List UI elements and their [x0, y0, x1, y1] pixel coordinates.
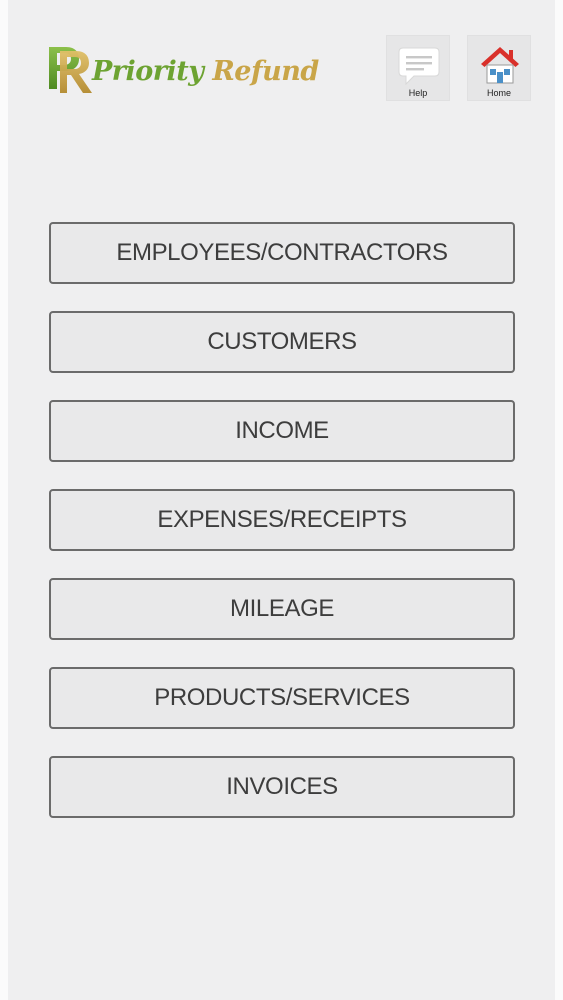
pr-monogram-logo-icon: [49, 47, 92, 93]
expenses-receipts-button[interactable]: EXPENSES/RECEIPTS: [49, 489, 515, 551]
speech-bubble-icon: [398, 47, 440, 86]
help-button-label: Help: [408, 88, 428, 98]
home-button-label: Home: [486, 88, 511, 98]
screen-edge-left: [0, 0, 8, 1000]
logo-word-refund: Refund: [212, 55, 319, 87]
products-services-button[interactable]: PRODUCTS/SERVICES: [49, 667, 515, 729]
mileage-button[interactable]: MILEAGE: [49, 578, 515, 640]
customers-button[interactable]: CUSTOMERS: [49, 311, 515, 373]
income-button[interactable]: INCOME: [49, 400, 515, 462]
main-menu: EMPLOYEES/CONTRACTORS CUSTOMERS INCOME E…: [49, 222, 515, 845]
logo-word-priority: Priority: [92, 55, 204, 87]
priority-refund-logo: Priority Refund: [46, 42, 319, 98]
home-button[interactable]: Home: [467, 35, 531, 101]
logo-wordmark: Priority Refund: [92, 56, 319, 87]
help-button[interactable]: Help: [386, 35, 450, 101]
employees-contractors-button[interactable]: EMPLOYEES/CONTRACTORS: [49, 222, 515, 284]
invoices-button[interactable]: INVOICES: [49, 756, 515, 818]
app-screen: Priority Refund Help Home EMPLOYEES/CONT…: [0, 0, 563, 1000]
house-icon: [481, 47, 519, 84]
screen-edge-right: [555, 0, 563, 1000]
